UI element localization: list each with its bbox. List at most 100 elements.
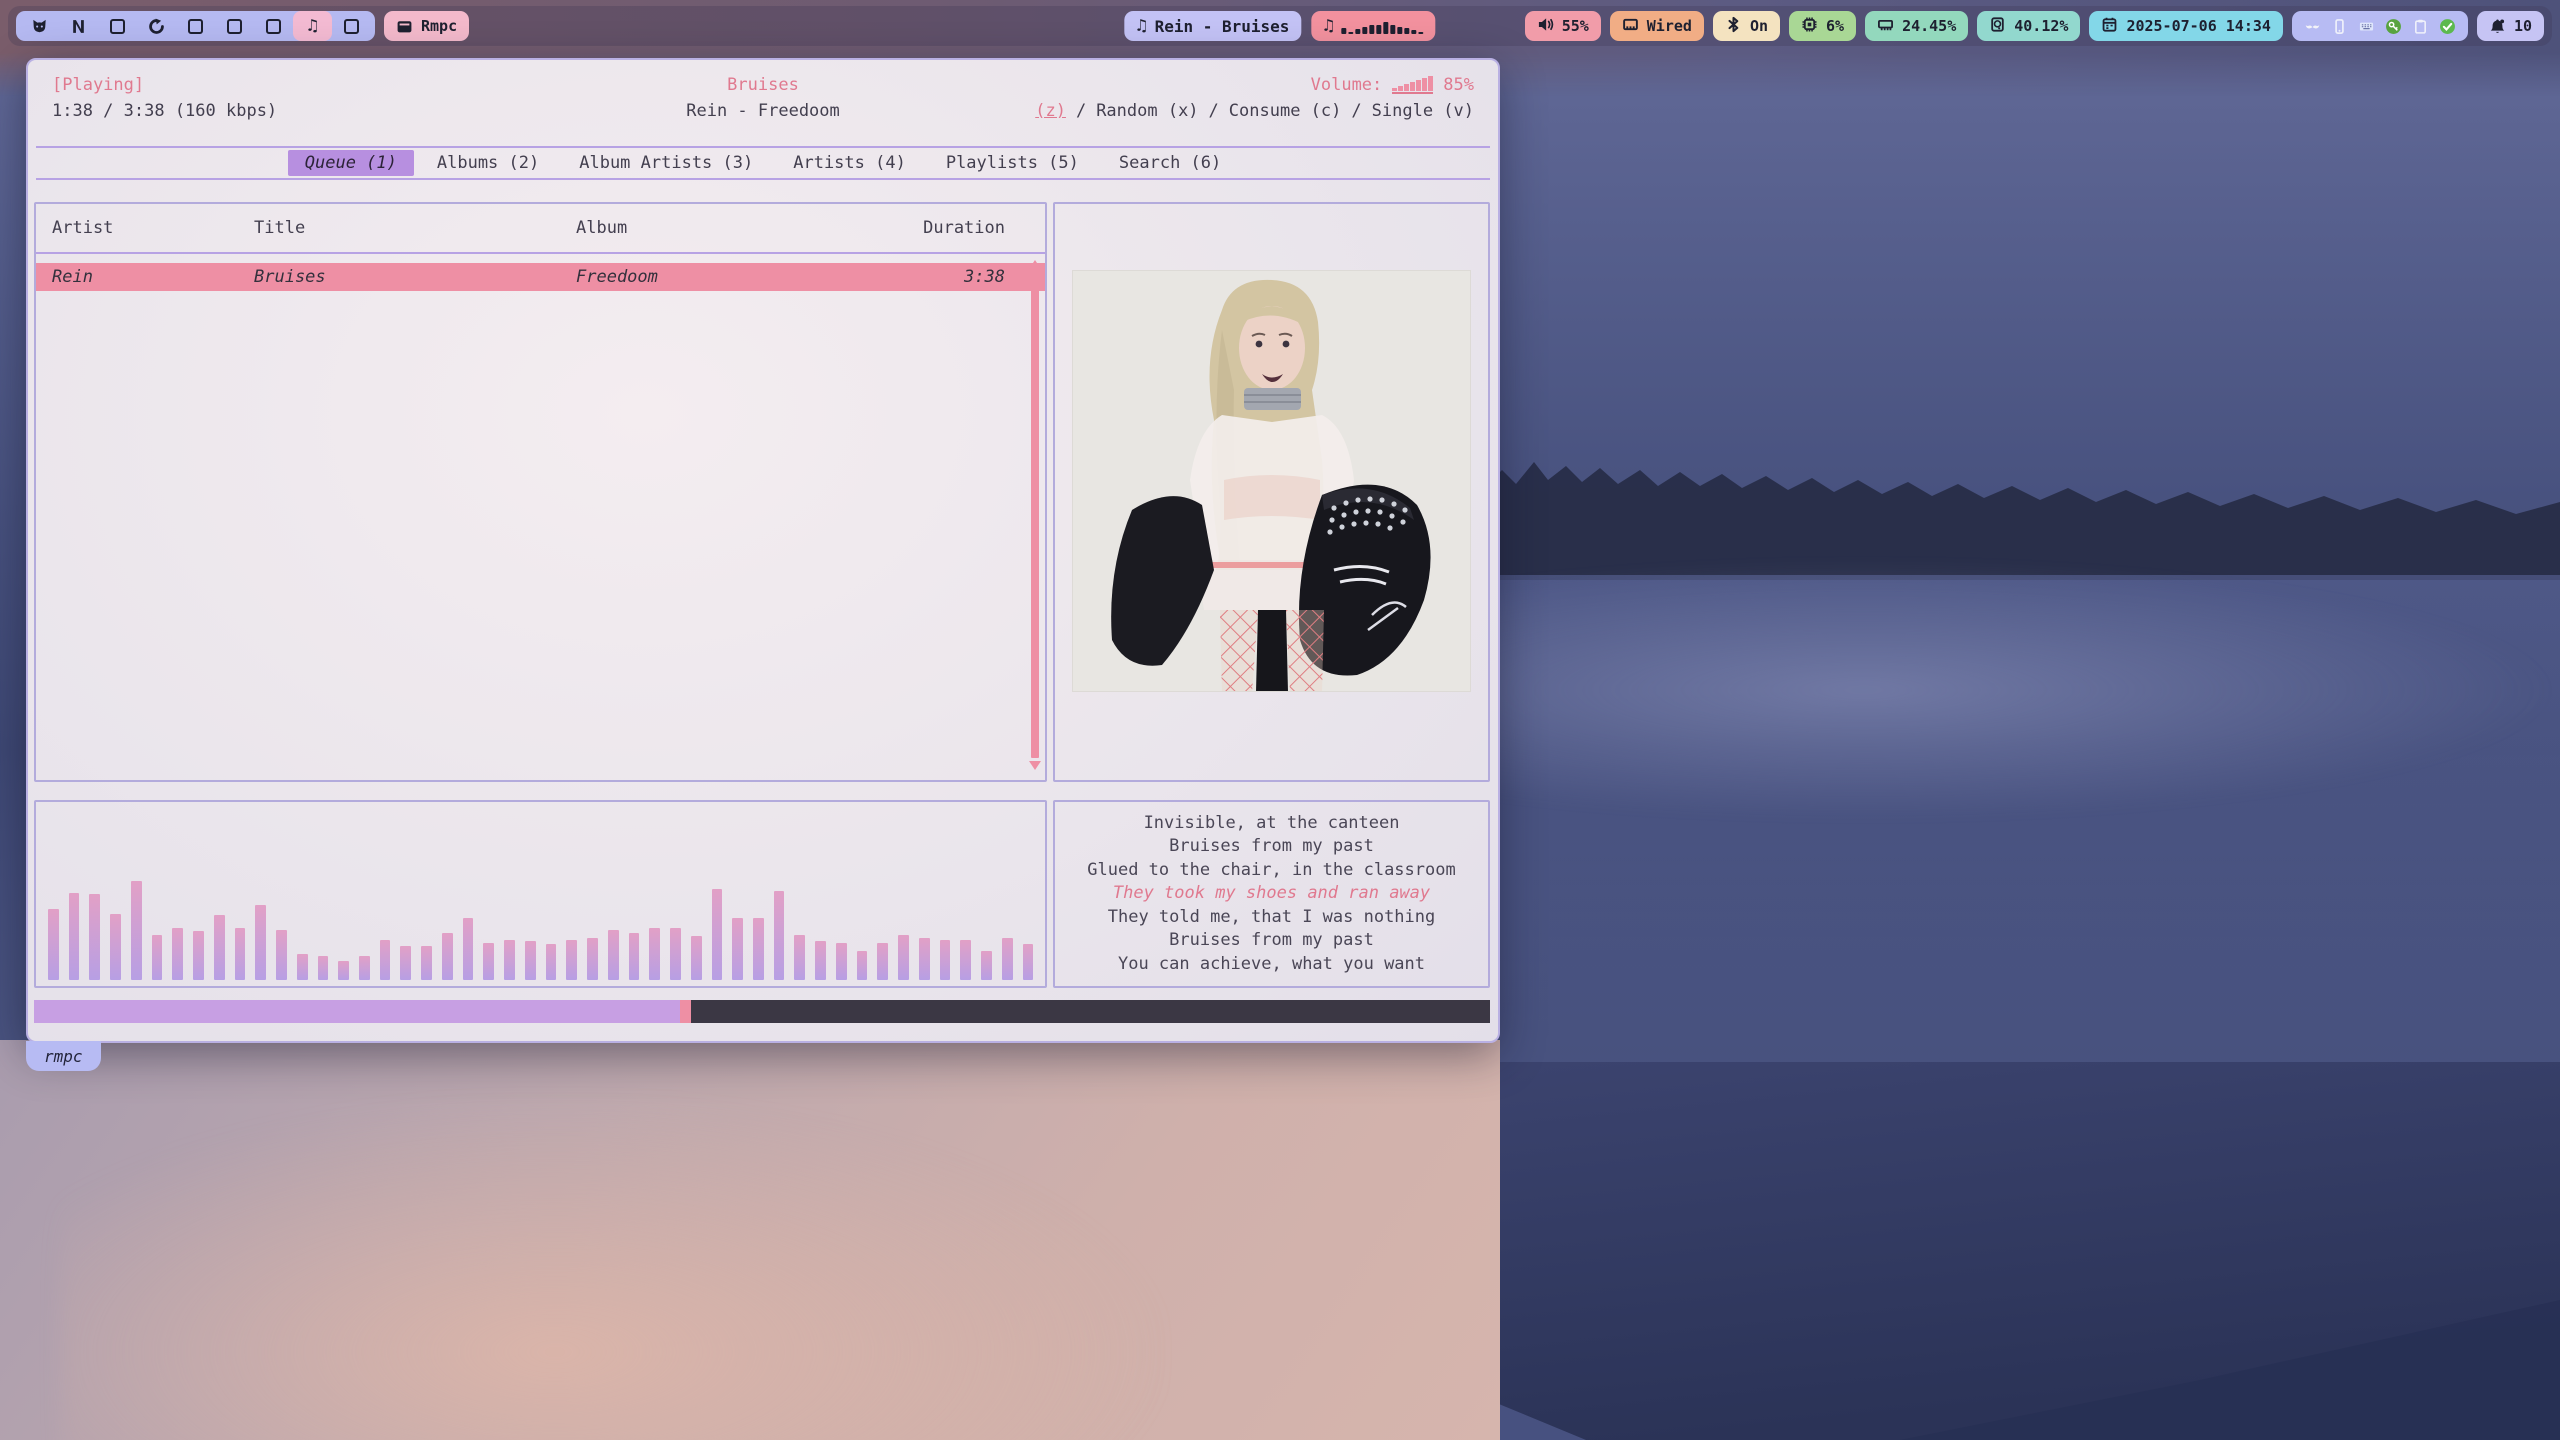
tray-clipboard-icon[interactable] bbox=[2412, 18, 2429, 35]
visualizer-bar bbox=[359, 956, 370, 980]
cpu-value: 6% bbox=[1826, 17, 1844, 35]
status-pill-disk[interactable]: 40.12% bbox=[1977, 11, 2080, 41]
bar-right: 55% Wired On 6% 24.45% 40.12% 2025-07-06 14:34… bbox=[1525, 6, 2552, 46]
workspace-7-square-icon[interactable] bbox=[254, 11, 293, 41]
column-header-title: Title bbox=[254, 204, 576, 252]
workspaces[interactable]: ♫ bbox=[16, 11, 375, 41]
queue-rows: ReinBruisesFreedoom3:38 bbox=[36, 263, 1045, 291]
scrollbar-thumb[interactable] bbox=[1031, 272, 1039, 758]
tab-artists-4[interactable]: Artists (4) bbox=[776, 150, 923, 176]
volume-ramp-bar bbox=[1422, 78, 1427, 91]
visualizer-bar bbox=[318, 956, 329, 980]
volume-ramp-bar bbox=[1416, 80, 1421, 91]
lyrics-line: Invisible, at the canteen bbox=[1055, 812, 1488, 835]
tray-key-icon[interactable] bbox=[2385, 18, 2402, 35]
tab-bar: Queue (1)Albums (2)Album Artists (3)Arti… bbox=[28, 150, 1498, 178]
progress-remaining bbox=[691, 1000, 1490, 1023]
tab-queue-1[interactable]: Queue (1) bbox=[288, 150, 414, 176]
workspace-6-square-icon[interactable] bbox=[215, 11, 254, 41]
visualizer-bars bbox=[48, 812, 1033, 980]
visualizer-bar bbox=[587, 938, 598, 980]
volume-ramp-bar bbox=[1392, 88, 1397, 91]
tray-phone-icon[interactable] bbox=[2331, 18, 2348, 35]
workspace-8-music-note-icon[interactable]: ♫ bbox=[293, 11, 332, 41]
cell-artist: Rein bbox=[52, 263, 254, 291]
speaker-icon bbox=[1537, 16, 1554, 37]
scroll-down-icon[interactable] bbox=[1029, 761, 1041, 770]
status-pill-clock[interactable]: 2025-07-06 14:34 bbox=[2089, 11, 2283, 41]
column-header-album: Album bbox=[576, 204, 919, 252]
visualizer-bar bbox=[483, 943, 494, 980]
bluetooth-icon bbox=[1725, 16, 1742, 37]
tray-check-icon[interactable] bbox=[2439, 18, 2456, 35]
queue-header: ArtistTitleAlbumDuration bbox=[36, 204, 1045, 252]
scroll-up-icon[interactable] bbox=[1029, 260, 1041, 269]
visualizer-bar bbox=[877, 943, 888, 980]
tab-album-artists-3[interactable]: Album Artists (3) bbox=[562, 150, 770, 176]
cava-bar bbox=[1370, 25, 1375, 34]
visualizer-bar bbox=[898, 935, 909, 980]
ram-icon bbox=[1877, 16, 1894, 37]
workspace-4-refresh-icon[interactable] bbox=[137, 11, 176, 41]
column-header-duration: Duration bbox=[919, 204, 1005, 252]
progress-bar[interactable] bbox=[34, 1000, 1490, 1023]
visualizer-bar bbox=[400, 946, 411, 980]
tab-playlists-5[interactable]: Playlists (5) bbox=[929, 150, 1096, 176]
visualizer-bar bbox=[670, 928, 681, 980]
status-pills: 55% Wired On 6% 24.45% 40.12% 2025-07-06 14:34 bbox=[1525, 11, 2283, 41]
visualizer-bar bbox=[629, 933, 640, 980]
cava-bars bbox=[1342, 18, 1424, 34]
rmpc-window: [Playing] 1:38 / 3:38 (160 kbps) Bruises… bbox=[26, 58, 1500, 1043]
tray-keyboard-icon[interactable] bbox=[2358, 18, 2375, 35]
volume-ramp-bar bbox=[1404, 84, 1409, 91]
bell-icon bbox=[2489, 18, 2506, 35]
workspace-5-square-icon[interactable] bbox=[176, 11, 215, 41]
visualizer-bar bbox=[546, 944, 557, 980]
queue-header-underline bbox=[36, 252, 1045, 254]
network-value: Wired bbox=[1647, 17, 1692, 35]
visualizer-bar bbox=[857, 951, 868, 980]
volume-value: 85% bbox=[1443, 72, 1474, 98]
progress-cursor[interactable] bbox=[680, 1000, 691, 1023]
status-pill-bluetooth[interactable]: On bbox=[1713, 11, 1780, 41]
album-art-panel bbox=[1053, 202, 1490, 782]
visualizer-bar bbox=[815, 941, 826, 980]
mode-repeat: (z) bbox=[1035, 98, 1066, 124]
separator-line bbox=[36, 146, 1490, 148]
status-pill-volume[interactable]: 55% bbox=[1525, 11, 1601, 41]
workspace-3-square-icon[interactable] bbox=[98, 11, 137, 41]
visualizer-bar bbox=[1023, 944, 1034, 980]
visualizer-bar bbox=[235, 928, 246, 980]
mode-separator: / bbox=[1076, 98, 1086, 124]
cava-visualizer-pill[interactable]: ♫ bbox=[1311, 11, 1435, 41]
visualizer-bar bbox=[421, 946, 432, 980]
wallpaper-pink-glow bbox=[60, 1100, 1160, 1440]
task-label: Rmpc bbox=[421, 17, 457, 35]
visualizer-bar bbox=[691, 936, 702, 980]
tab-albums-2[interactable]: Albums (2) bbox=[420, 150, 556, 176]
table-row[interactable]: ReinBruisesFreedoom3:38 bbox=[36, 263, 1045, 291]
visualizer-bar bbox=[981, 951, 992, 980]
cell-duration: 3:38 bbox=[919, 263, 1005, 291]
workspace-9-square-icon[interactable] bbox=[332, 11, 371, 41]
workspace-1-cat-icon[interactable] bbox=[20, 11, 59, 41]
status-pill-memory[interactable]: 24.45% bbox=[1865, 11, 1968, 41]
column-header-artist: Artist bbox=[52, 204, 254, 252]
workspace-2-nvim-icon[interactable] bbox=[59, 11, 98, 41]
queue-scrollbar[interactable] bbox=[1030, 260, 1040, 770]
tab-search-6[interactable]: Search (6) bbox=[1102, 150, 1238, 176]
tray-mustache-icon[interactable] bbox=[2304, 18, 2321, 35]
taskbar-item-rmpc[interactable]: Rmpc bbox=[384, 11, 469, 41]
music-note-icon: ♫ bbox=[1323, 18, 1333, 35]
visualizer-bar bbox=[193, 931, 204, 980]
status-pill-network[interactable]: Wired bbox=[1610, 11, 1704, 41]
cava-bar bbox=[1356, 29, 1361, 34]
mode-separator: / bbox=[1351, 98, 1361, 124]
lyrics-line: Bruises from my past bbox=[1055, 835, 1488, 858]
song-title: Bruises bbox=[686, 72, 840, 98]
calendar-icon bbox=[2101, 16, 2118, 37]
visualizer-bar bbox=[525, 941, 536, 980]
status-pill-cpu[interactable]: 6% bbox=[1789, 11, 1856, 41]
now-playing-pill[interactable]: ♫ Rein - Bruises bbox=[1124, 11, 1301, 41]
notifications-pill[interactable]: 10 bbox=[2477, 11, 2544, 41]
